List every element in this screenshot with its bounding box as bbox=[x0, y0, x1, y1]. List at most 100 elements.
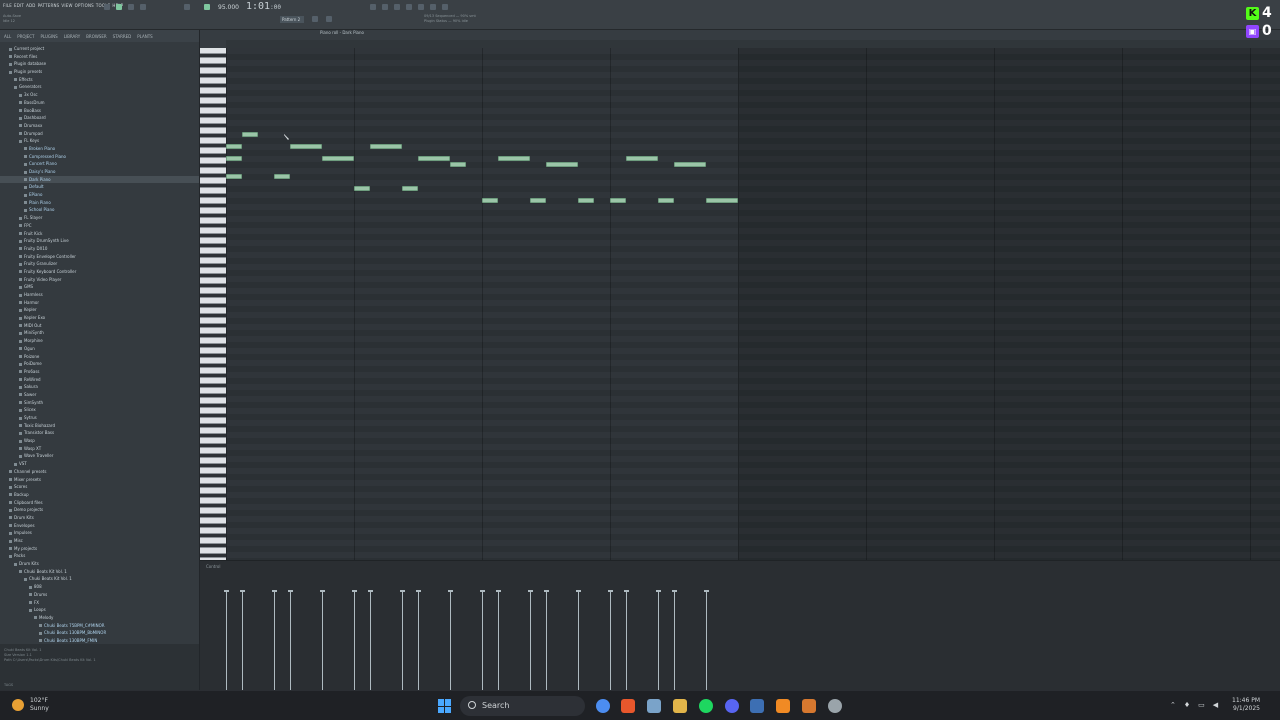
browser-file-item[interactable]: Chuki Beats 75BPM_C#MINOR bbox=[0, 622, 199, 630]
midi-note[interactable] bbox=[290, 144, 322, 149]
playlist-icon[interactable] bbox=[370, 4, 376, 10]
browser-icon[interactable] bbox=[418, 4, 424, 10]
browser-file-item[interactable]: Chuki Beats 130BPM_BbMINOR bbox=[0, 629, 199, 637]
midi-note[interactable] bbox=[498, 156, 530, 161]
velocity-bar[interactable] bbox=[448, 590, 453, 691]
browser-folder-item[interactable]: FPC bbox=[0, 222, 199, 230]
pattern-selector[interactable]: Pattern 2 bbox=[280, 16, 304, 23]
browser-file-item[interactable]: Broken Piano bbox=[0, 145, 199, 153]
browser-tab[interactable]: PLUGINS bbox=[41, 34, 58, 39]
network-icon[interactable]: ▭ bbox=[1198, 701, 1205, 709]
browser-folder-item[interactable]: Melody bbox=[0, 614, 199, 622]
midi-note[interactable] bbox=[530, 198, 546, 203]
browser-folder-item[interactable]: Demo projects bbox=[0, 506, 199, 514]
velocity-bar[interactable] bbox=[656, 590, 661, 691]
velocity-bar[interactable] bbox=[528, 590, 533, 691]
velocity-bar[interactable] bbox=[672, 590, 677, 691]
browser-folder-item[interactable]: Plugin presets bbox=[0, 68, 199, 76]
song-time-display[interactable]: 1:01:00 bbox=[246, 1, 281, 12]
browser-file-item[interactable]: School Piano bbox=[0, 206, 199, 214]
browser-folder-item[interactable]: Poizone bbox=[0, 353, 199, 361]
browser-folder-item[interactable]: Kepler Exo bbox=[0, 314, 199, 322]
midi-note[interactable] bbox=[482, 198, 498, 203]
tempo-display[interactable]: 95.000 bbox=[218, 4, 239, 11]
search-app-icon[interactable] bbox=[750, 699, 764, 713]
weather-widget[interactable]: 102°F Sunny bbox=[12, 697, 49, 713]
browser-folder-item[interactable]: FL Slayer bbox=[0, 214, 199, 222]
velocity-bar[interactable] bbox=[496, 590, 501, 691]
browser-folder-item[interactable]: Generators bbox=[0, 83, 199, 91]
velocity-bar[interactable] bbox=[368, 590, 373, 691]
menu-item[interactable]: EDIT bbox=[14, 3, 24, 8]
browser-file-item[interactable]: Dark Piano bbox=[0, 175, 199, 184]
browser-folder-item[interactable]: Packs bbox=[0, 552, 199, 560]
browser-file-item[interactable]: Plain Piano bbox=[0, 199, 199, 207]
taskbar-clock[interactable]: 11:46 PM 9/1/2025 bbox=[1232, 697, 1260, 713]
browser-folder-item[interactable]: Pro6ass bbox=[0, 368, 199, 376]
browser-folder-item[interactable]: Plugin database bbox=[0, 60, 199, 68]
velocity-lane[interactable] bbox=[224, 590, 738, 691]
file-explorer-window-icon[interactable] bbox=[647, 699, 661, 713]
midi-note[interactable] bbox=[226, 156, 242, 161]
volume-icon[interactable]: ◀ bbox=[1213, 701, 1218, 709]
browser-folder-item[interactable]: Drum Kits bbox=[0, 514, 199, 522]
browser-file-item[interactable]: Default bbox=[0, 183, 199, 191]
browser-folder-item[interactable]: Channel presets bbox=[0, 468, 199, 476]
browser-folder-item[interactable]: GMS bbox=[0, 283, 199, 291]
brave-icon[interactable] bbox=[621, 699, 635, 713]
velocity-bar[interactable] bbox=[480, 590, 485, 691]
browser-folder-item[interactable]: Dashboard bbox=[0, 114, 199, 122]
browser-folder-item[interactable]: 808 bbox=[0, 583, 199, 591]
piano-roll-icon[interactable] bbox=[382, 4, 388, 10]
browser-file-item[interactable]: EPiano bbox=[0, 191, 199, 199]
velocity-bar[interactable] bbox=[320, 590, 325, 691]
browser-folder-item[interactable]: MiniSynth bbox=[0, 329, 199, 337]
browser-folder-item[interactable]: Harmless bbox=[0, 291, 199, 299]
velocity-bar[interactable] bbox=[704, 590, 709, 691]
channel-rack-icon[interactable] bbox=[394, 4, 400, 10]
timeline-ruler[interactable] bbox=[226, 40, 1280, 48]
velocity-bar[interactable] bbox=[624, 590, 629, 691]
play-button[interactable] bbox=[116, 4, 122, 10]
plugin-picker-icon[interactable] bbox=[430, 4, 436, 10]
midi-note[interactable] bbox=[610, 198, 626, 203]
browser-folder-item[interactable]: Fruit Kick bbox=[0, 230, 199, 238]
folder-icon[interactable] bbox=[673, 699, 687, 713]
record-toggle-button[interactable] bbox=[140, 4, 146, 10]
midi-note[interactable] bbox=[626, 156, 658, 161]
browser-folder-item[interactable]: Transistor Bass bbox=[0, 429, 199, 437]
browser-folder-item[interactable]: 3x Osc bbox=[0, 91, 199, 99]
browser-folder-item[interactable]: BooBass bbox=[0, 107, 199, 115]
browser-folder-item[interactable]: Clipboard files bbox=[0, 499, 199, 507]
browser-file-item[interactable]: Compressed Piano bbox=[0, 153, 199, 161]
browser-folder-item[interactable]: SimSynth bbox=[0, 399, 199, 407]
browser-folder-item[interactable]: Wasp XT bbox=[0, 445, 199, 453]
menu-item[interactable]: FILE bbox=[3, 3, 12, 8]
ableton-icon[interactable] bbox=[802, 699, 816, 713]
velocity-bar[interactable] bbox=[240, 590, 245, 691]
taskbar-search[interactable]: Search bbox=[460, 696, 585, 716]
discord-icon[interactable] bbox=[725, 699, 739, 713]
browser-folder-item[interactable]: FL Keys bbox=[0, 137, 199, 145]
browser-folder-item[interactable]: Fruity Keyboard Controller bbox=[0, 268, 199, 276]
browser-folder-item[interactable]: Wasp bbox=[0, 437, 199, 445]
midi-note[interactable] bbox=[578, 198, 594, 203]
browser-folder-item[interactable]: Drums bbox=[0, 591, 199, 599]
midi-note[interactable] bbox=[402, 186, 418, 191]
pattern-mode-button[interactable] bbox=[204, 4, 210, 10]
browser-folder-item[interactable]: Fruity DrumSynth Live bbox=[0, 237, 199, 245]
browser-folder-item[interactable]: Morphine bbox=[0, 337, 199, 345]
midi-note[interactable] bbox=[450, 162, 466, 167]
midi-note[interactable] bbox=[226, 174, 242, 179]
browser-folder-item[interactable]: Chuki Beats Kit Vol. 1 bbox=[0, 568, 199, 576]
browser-folder-item[interactable]: PoiDome bbox=[0, 360, 199, 368]
midi-note[interactable] bbox=[226, 144, 242, 149]
velocity-bar[interactable] bbox=[224, 590, 229, 691]
midi-note[interactable] bbox=[354, 186, 370, 191]
browser-folder-item[interactable]: Mixer presets bbox=[0, 476, 199, 484]
midi-note[interactable] bbox=[274, 174, 290, 179]
menu-item[interactable]: PATTERNS bbox=[38, 3, 60, 8]
mixer-icon[interactable] bbox=[406, 4, 412, 10]
browser-tab[interactable]: BROWSER bbox=[86, 34, 106, 39]
midi-note[interactable] bbox=[322, 156, 354, 161]
